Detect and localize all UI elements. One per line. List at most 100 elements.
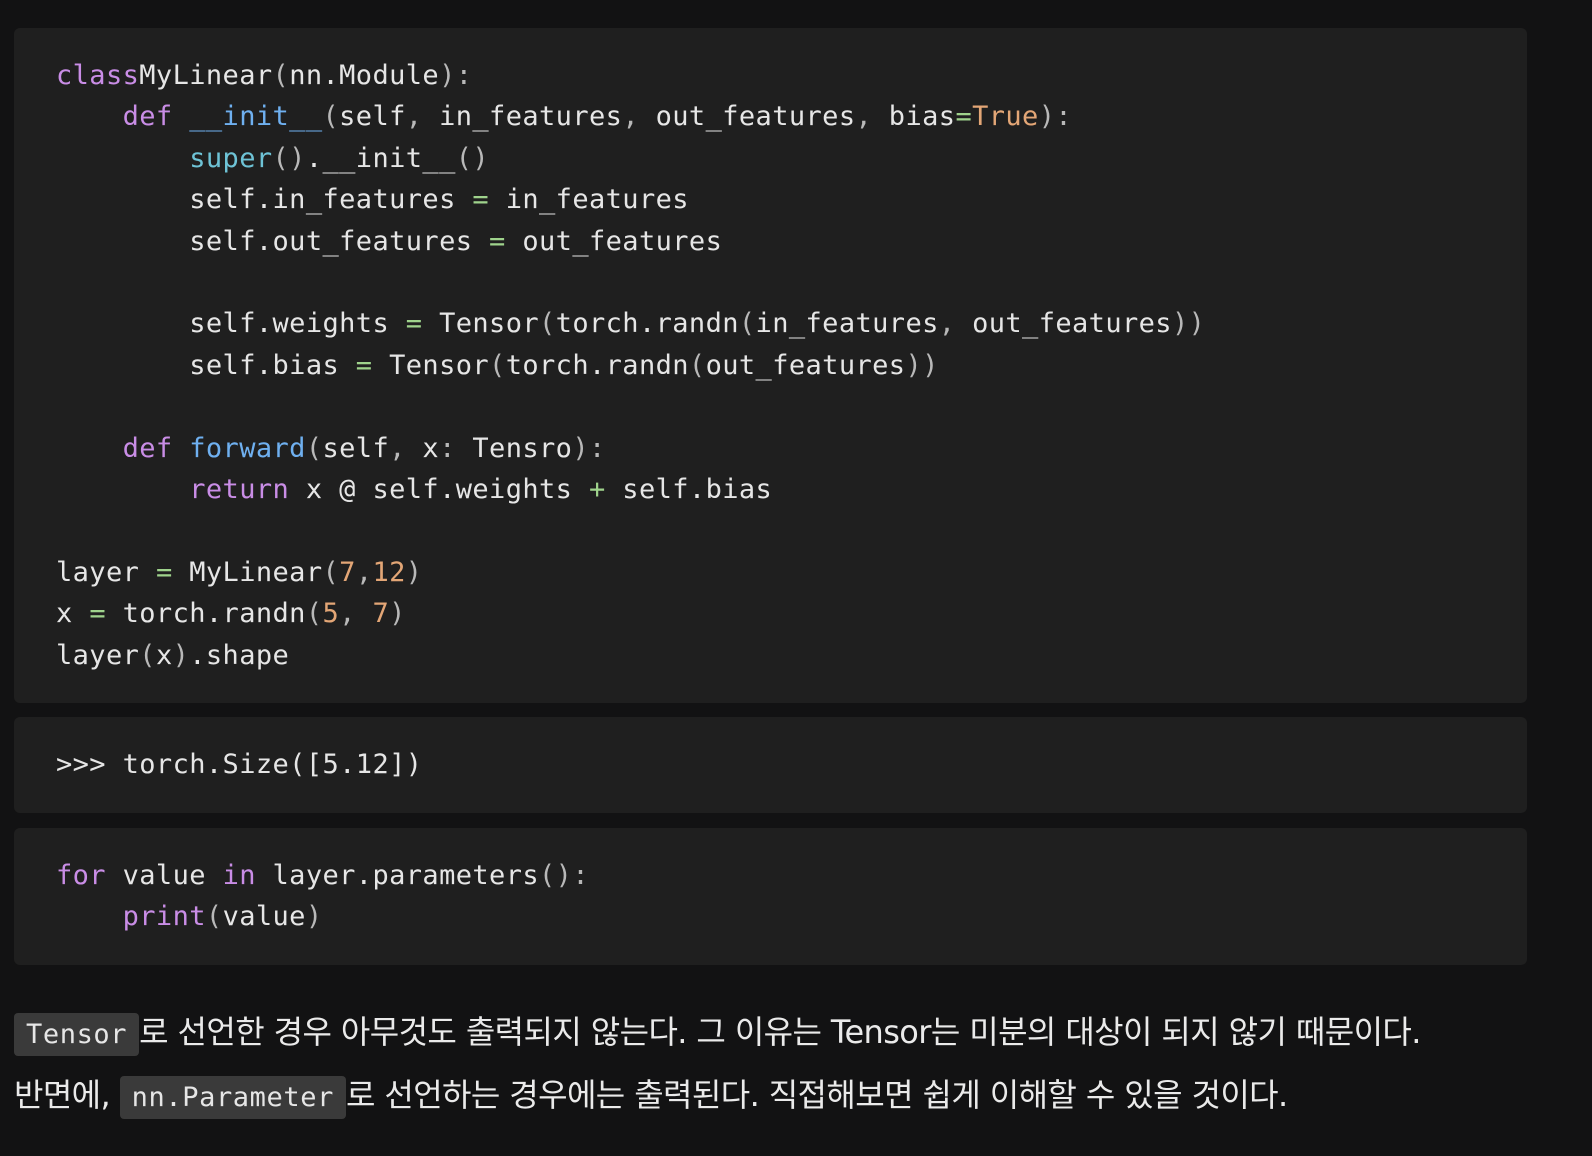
- code-token: =: [472, 184, 490, 216]
- paragraph-line-1: Tensor 로 선언한 경우 아무것도 출력되지 않는다. 그 이유는 Tens…: [14, 1002, 1574, 1065]
- code-line: return x @ self.weights + self.bias: [56, 474, 772, 505]
- code-token: =: [89, 598, 106, 630]
- code-token: 12: [372, 556, 406, 588]
- code-token: torch.randn: [555, 308, 739, 340]
- code-token: =: [489, 225, 506, 257]
- code-text: for value in layer.parameters(): print(v…: [56, 855, 1527, 938]
- code-token: =: [355, 349, 373, 381]
- output-block[interactable]: >>> torch.Size([5.12]): [14, 717, 1527, 813]
- code-token: (: [205, 901, 223, 933]
- inline-code-nn-parameter: nn.Parameter: [119, 1076, 346, 1119]
- code-line: def forward(self, x: Tensro):: [56, 433, 606, 464]
- code-token: torch.randn: [105, 598, 306, 630]
- code-token: ,: [938, 308, 956, 340]
- code-token: layer.parameters: [255, 860, 540, 891]
- code-line: layer(x).shape: [56, 640, 289, 671]
- code-token: self: [322, 432, 390, 464]
- code-line: def __init__(self, in_features, out_feat…: [56, 101, 1072, 132]
- code-token: .: [305, 142, 323, 174]
- code-token: ):: [1038, 101, 1073, 133]
- code-token: (): [272, 142, 306, 174]
- code-token: def: [122, 101, 173, 133]
- code-token: in_features: [755, 308, 939, 340]
- code-token: =: [405, 308, 423, 340]
- paragraph-line-2: 반면에, nn.Parameter 로 선언하는 경우에는 출력된다. 직접해보면…: [14, 1065, 1574, 1128]
- code-token: self.weights: [56, 308, 406, 340]
- code-token: Tensor: [372, 349, 490, 381]
- code-block-parameters-loop[interactable]: for value in layer.parameters(): print(v…: [14, 828, 1527, 965]
- code-token: ,: [355, 556, 373, 588]
- code-token: super: [189, 142, 273, 174]
- code-token: out_features: [505, 225, 723, 257]
- code-token: ): [172, 639, 190, 671]
- code-token: out_features: [955, 308, 1172, 340]
- code-token: (: [272, 60, 290, 91]
- code-token: class: [56, 60, 140, 91]
- code-line: self.out_features = out_features: [56, 226, 722, 257]
- code-token: (: [322, 556, 340, 588]
- code-token: x: [56, 598, 90, 630]
- code-token: (: [139, 639, 156, 671]
- code-token: (: [539, 308, 556, 340]
- code-token: ,: [405, 101, 423, 133]
- explanation-paragraph: Tensor 로 선언한 경우 아무것도 출력되지 않는다. 그 이유는 Tens…: [14, 1002, 1574, 1128]
- code-token: layer: [56, 639, 140, 671]
- code-token: ,: [339, 598, 356, 630]
- code-token: forward: [189, 432, 306, 464]
- code-token: __init__: [189, 101, 323, 133]
- code-line: self.weights = Tensor(torch.randn(in_fea…: [56, 308, 1205, 339]
- code-token: for: [56, 860, 106, 891]
- code-text: classMyLinear(nn.Module): def __init__(s…: [56, 55, 1527, 676]
- code-token: (: [322, 101, 340, 133]
- code-token: Tensro: [455, 432, 573, 464]
- code-token: (: [688, 349, 706, 381]
- code-line: super().__init__(): [56, 143, 489, 174]
- code-token: ):: [572, 432, 606, 464]
- output-text: >>> torch.Size([5.12]): [56, 749, 423, 780]
- paragraph-text: 로 선언한 경우 아무것도 출력되지 않는다. 그 이유는 Tensor는 미분…: [139, 1013, 1421, 1051]
- code-block-mylinear[interactable]: classMyLinear(nn.Module): def __init__(s…: [14, 28, 1527, 703]
- code-line: x = torch.randn(5, 7): [56, 598, 406, 629]
- code-line: for value in layer.parameters():: [56, 860, 589, 891]
- code-token: 5: [322, 598, 340, 630]
- code-token: in_features: [422, 101, 623, 133]
- code-token: +: [588, 474, 606, 506]
- code-token: =: [155, 556, 173, 588]
- code-token: ():: [539, 860, 589, 891]
- code-line: self.bias = Tensor(torch.randn(out_featu…: [56, 350, 939, 381]
- code-token: Tensor: [422, 308, 540, 340]
- code-token: def: [122, 432, 173, 464]
- code-token: ,: [622, 101, 639, 133]
- code-token: return: [189, 474, 290, 506]
- code-token: (: [305, 432, 323, 464]
- code-token: bias: [872, 101, 956, 133]
- code-token: True: [972, 101, 1039, 133]
- code-token: self.bias: [56, 349, 356, 381]
- paragraph-text: 반면에,: [14, 1076, 120, 1114]
- paragraph-text: 로 선언하는 경우에는 출력된다. 직접해보면 쉽게 이해할 수 있을 것이다.: [345, 1076, 1288, 1114]
- code-token: print: [122, 901, 206, 933]
- code-token: )): [1171, 308, 1206, 340]
- code-line: classMyLinear(nn.Module):: [56, 60, 472, 91]
- code-token: 7: [372, 598, 390, 630]
- code-token: (): [455, 142, 490, 174]
- code-line: print(value): [56, 901, 323, 932]
- code-token: .shape: [189, 639, 290, 671]
- code-token: nn.Module: [289, 60, 440, 91]
- code-token: self.in_features: [56, 184, 473, 216]
- code-token: (: [738, 308, 756, 340]
- code-token: in: [222, 860, 256, 891]
- code-token: MyLinear: [172, 556, 323, 588]
- code-token: :: [439, 432, 456, 464]
- code-line: self.in_features = in_features: [56, 184, 689, 215]
- code-token: self: [339, 101, 406, 133]
- code-token: ): [305, 901, 323, 933]
- code-token: x @ self.weights: [289, 474, 589, 506]
- code-token: 7: [339, 556, 356, 588]
